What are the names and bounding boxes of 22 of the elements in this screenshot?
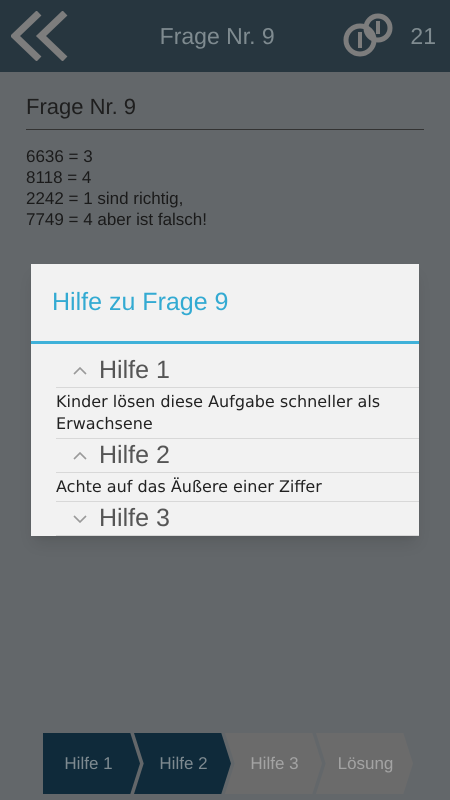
chevron-up-icon [71, 450, 89, 462]
step-button[interactable]: Hilfe 1 [43, 733, 140, 794]
question-line: 8118 = 4 [26, 167, 92, 188]
question-line: 6636 = 3 [26, 146, 94, 167]
chevron-up-icon [71, 364, 89, 376]
dialog-title: Hilfe zu Frage 9 [31, 264, 419, 344]
chevron-down-icon [71, 512, 89, 524]
double-chevron-left-icon [11, 11, 69, 61]
accordion-header[interactable]: Hilfe 1 [56, 354, 419, 388]
coin-count: 21 [410, 22, 436, 51]
step-button[interactable]: Hilfe 2 [134, 733, 231, 794]
question-title: Frage Nr. 9 [26, 90, 424, 130]
question-line: 2242 = 1 sind richtig, [26, 188, 184, 209]
step-button[interactable]: Lösung [316, 733, 413, 794]
question-line: 7749 = 4 aber ist falsch! [26, 209, 208, 230]
hint-text: Achte auf das Äußere einer Ziffer [56, 473, 419, 502]
accordion-header[interactable]: Hilfe 2 [56, 439, 419, 473]
hint-text: Kinder lösen diese Aufgabe schneller als Erwachsene [56, 388, 419, 439]
step-button[interactable]: Hilfe 3 [225, 733, 322, 794]
screen-title: Frage Nr. 9 [160, 22, 275, 51]
back-button[interactable] [10, 11, 70, 61]
accordion-header[interactable]: Hilfe 3 [56, 502, 419, 536]
